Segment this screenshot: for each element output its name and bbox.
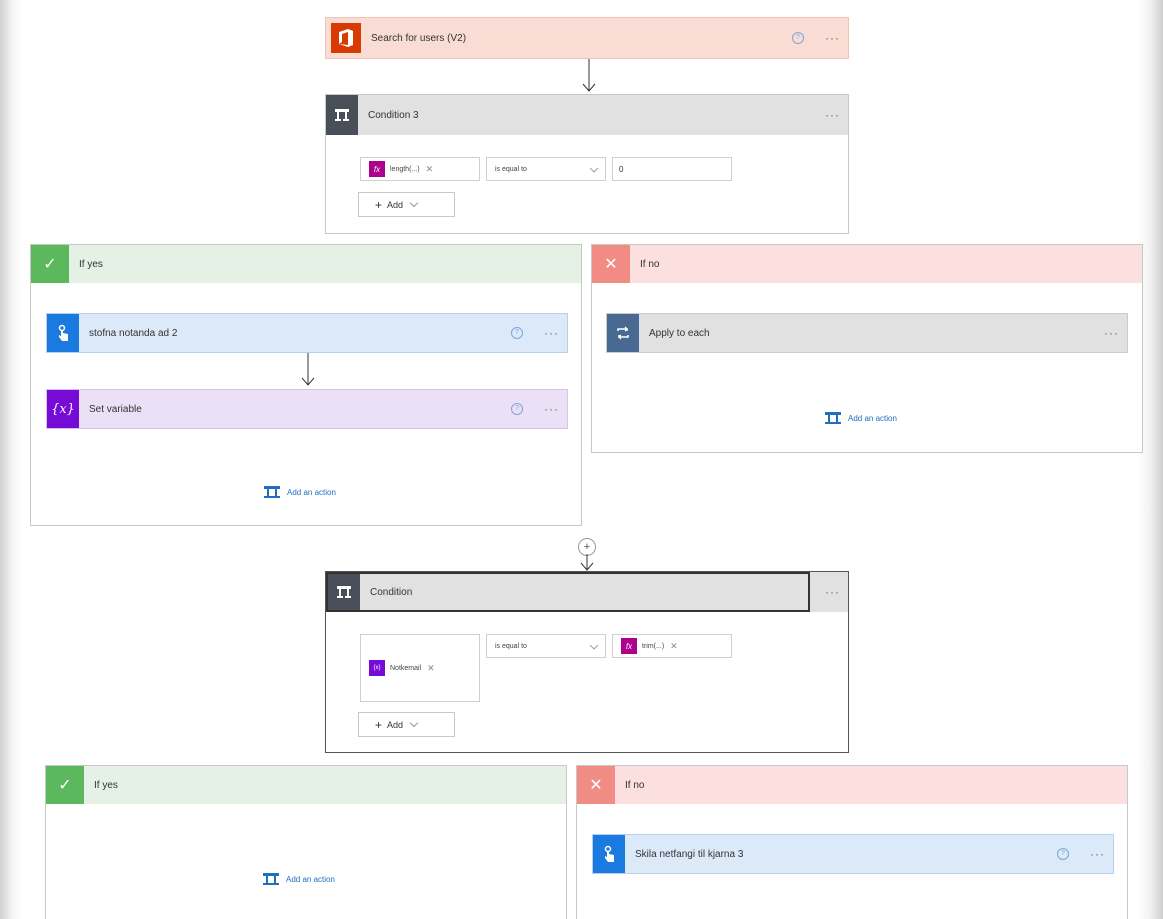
more-options-icon[interactable]: ··· [1104, 326, 1119, 340]
condition-card: Condition ··· {x} Notkemail ✕ is equal t… [325, 571, 849, 753]
cross-icon: ✕ [592, 245, 630, 283]
yes-branch-2: ✓ If yes Add an action [45, 765, 567, 919]
more-options-icon[interactable]: ··· [1090, 847, 1105, 861]
action-title: stofna notanda ad 2 [89, 327, 178, 339]
no-branch-1: ✕ If no Apply to each ··· Add an action [591, 244, 1143, 453]
condition3-add-button[interactable]: + Add [358, 192, 455, 217]
value-text: 0 [619, 164, 624, 174]
remove-token-icon[interactable]: ✕ [427, 663, 435, 674]
branch-label: If yes [94, 779, 118, 791]
more-options-icon[interactable]: ··· [825, 585, 840, 599]
add-action-icon [825, 412, 841, 424]
token-label: length(...) [390, 165, 420, 173]
action-title: Set variable [89, 403, 142, 415]
operator-label: is equal to [495, 642, 527, 650]
help-icon[interactable]: ? [1057, 848, 1069, 860]
chevron-down-icon [589, 641, 599, 650]
token-label: trim(...) [642, 642, 665, 650]
more-options-icon[interactable]: ··· [825, 31, 840, 45]
apply-to-each-action[interactable]: Apply to each ··· [606, 313, 1128, 353]
cross-icon: ✕ [577, 766, 615, 804]
search-users-action[interactable]: Search for users (V2) ? ··· [325, 17, 849, 59]
plus-icon: + [375, 717, 383, 732]
branch-label: If yes [79, 258, 103, 270]
action-title: Skila netfangi til kjarna 3 [635, 848, 744, 860]
condition-more-area[interactable]: ··· [810, 572, 848, 612]
chevron-down-icon [409, 718, 419, 728]
condition3-left-token[interactable]: fx length(...) ✕ [360, 157, 480, 181]
skila-netfangi-action[interactable]: Skila netfangi til kjarna 3 ? ··· [592, 834, 1114, 874]
condition-left-token[interactable]: {x} Notkemail ✕ [360, 634, 480, 702]
chevron-down-icon [409, 198, 419, 208]
condition-icon [326, 95, 358, 135]
action-title: Apply to each [649, 327, 710, 339]
condition-icon [328, 574, 360, 610]
add-an-action-link[interactable]: Add an action [824, 411, 897, 425]
no-branch-2: ✕ If no Skila netfangi til kjarna 3 ? ··… [576, 765, 1128, 919]
add-action-label: Add an action [848, 413, 897, 423]
touch-icon [47, 314, 79, 352]
loop-icon [607, 314, 639, 352]
add-action-label: Add an action [286, 874, 335, 884]
condition3-operator-dropdown[interactable]: is equal to [486, 157, 606, 181]
stofna-notanda-action[interactable]: stofna notanda ad 2 ? ··· [46, 313, 568, 353]
check-icon: ✓ [31, 245, 69, 283]
yes-branch-1: ✓ If yes stofna notanda ad 2 ? ··· {x} S… [30, 244, 582, 526]
chevron-down-icon [589, 164, 599, 173]
more-options-icon[interactable]: ··· [825, 108, 840, 122]
check-icon: ✓ [46, 766, 84, 804]
remove-token-icon[interactable]: ✕ [670, 641, 678, 652]
add-label: Add [387, 199, 404, 210]
variable-icon: {x} [47, 390, 79, 428]
condition-operator-dropdown[interactable]: is equal to [486, 634, 606, 658]
condition3-title: Condition 3 [368, 109, 419, 121]
expression-icon: fx [369, 161, 385, 177]
set-variable-action[interactable]: {x} Set variable ? ··· [46, 389, 568, 429]
plus-icon: + [583, 541, 591, 553]
operator-label: is equal to [495, 165, 527, 173]
yes-branch-2-header[interactable]: ✓ If yes [46, 766, 566, 804]
office-icon [331, 23, 361, 53]
add-action-label: Add an action [287, 487, 336, 497]
touch-icon [593, 835, 625, 873]
no-branch-1-header[interactable]: ✕ If no [592, 245, 1142, 283]
branch-label: If no [640, 258, 660, 270]
condition3-value-input[interactable]: 0 [612, 157, 732, 181]
condition-header[interactable]: Condition [326, 572, 810, 612]
connector-arrow [582, 59, 596, 92]
token-label: Notkemail [390, 664, 422, 672]
condition3-card: Condition 3 ··· fx length(...) ✕ is equa… [325, 94, 849, 234]
add-an-action-link[interactable]: Add an action [263, 485, 336, 499]
search-users-title: Search for users (V2) [371, 32, 467, 44]
help-icon[interactable]: ? [511, 403, 523, 415]
condition-add-button[interactable]: + Add [358, 712, 455, 737]
branch-label: If no [625, 779, 645, 791]
add-action-icon [263, 873, 279, 885]
plus-icon: + [375, 197, 383, 212]
add-label: Add [387, 719, 404, 730]
more-options-icon[interactable]: ··· [544, 402, 559, 416]
yes-branch-1-header[interactable]: ✓ If yes [31, 245, 581, 283]
condition-right-token[interactable]: fx trim(...) ✕ [612, 634, 732, 658]
help-icon[interactable]: ? [511, 327, 523, 339]
add-an-action-link[interactable]: Add an action [262, 872, 335, 886]
remove-token-icon[interactable]: ✕ [426, 164, 434, 175]
help-icon[interactable]: ? [792, 32, 804, 44]
more-options-icon[interactable]: ··· [544, 326, 559, 340]
no-branch-2-header[interactable]: ✕ If no [577, 766, 1127, 804]
condition-title: Condition [370, 586, 413, 598]
connector-arrow [301, 353, 315, 386]
add-action-icon [264, 486, 280, 498]
variable-icon: {x} [369, 660, 385, 676]
expression-icon: fx [621, 638, 637, 654]
condition3-header[interactable]: Condition 3 ··· [326, 95, 848, 135]
